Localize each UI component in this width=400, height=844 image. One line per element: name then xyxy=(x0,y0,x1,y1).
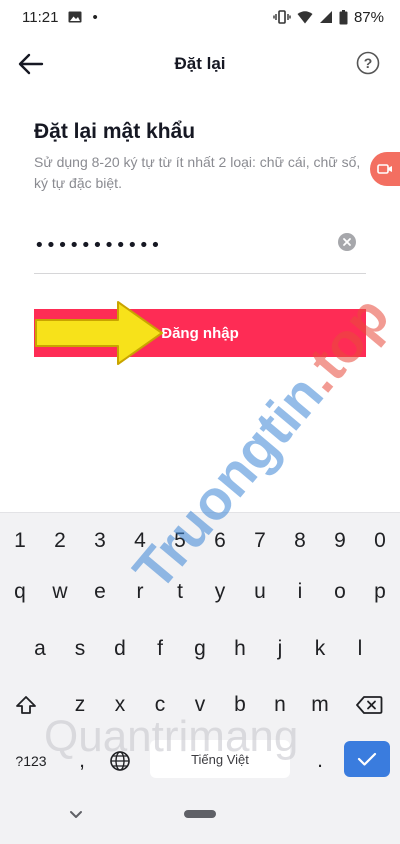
clear-x-icon xyxy=(343,238,351,246)
page-title: Đặt lại xyxy=(174,54,226,73)
key[interactable]: 7 xyxy=(242,519,278,563)
wifi-icon xyxy=(297,10,313,24)
on-screen-keyboard: 1 2 3 4 5 6 7 8 9 0 q w e r t y u i o p … xyxy=(0,512,400,794)
backspace-icon xyxy=(356,696,383,714)
key[interactable]: s xyxy=(62,627,98,671)
key[interactable]: p xyxy=(362,570,398,614)
key[interactable]: r xyxy=(122,570,158,614)
key[interactable]: 1 xyxy=(2,519,38,563)
login-button-label: Đăng nhập xyxy=(161,324,239,342)
enter-key[interactable] xyxy=(344,741,390,777)
key[interactable]: 9 xyxy=(322,519,358,563)
language-key[interactable] xyxy=(102,739,138,783)
space-key[interactable]: Tiếng Việt xyxy=(150,740,290,778)
system-nav-bar xyxy=(0,794,400,844)
floating-record-button[interactable] xyxy=(370,152,400,186)
key[interactable]: d xyxy=(102,627,138,671)
key[interactable]: m xyxy=(302,683,338,727)
key[interactable]: l xyxy=(342,627,378,671)
key[interactable]: f xyxy=(142,627,178,671)
key-row-function: ?123 , Tiếng Việt . xyxy=(0,739,400,783)
key[interactable]: e xyxy=(82,570,118,614)
key[interactable]: 3 xyxy=(82,519,118,563)
shift-icon xyxy=(16,696,36,714)
key[interactable]: j xyxy=(262,627,298,671)
key[interactable]: 8 xyxy=(282,519,318,563)
status-bar: 11:21 • 87% xyxy=(0,0,400,34)
signal-icon xyxy=(319,10,333,24)
battery-icon xyxy=(339,9,348,25)
key[interactable]: w xyxy=(42,570,78,614)
vibrate-icon xyxy=(273,10,291,24)
comma-key[interactable]: , xyxy=(64,739,100,783)
password-hint: Sử dụng 8-20 ký tự từ ít nhất 2 loại: ch… xyxy=(34,154,361,191)
back-button[interactable] xyxy=(16,50,46,78)
key[interactable]: q xyxy=(2,570,38,614)
app-header: Đặt lại ? xyxy=(0,36,400,92)
key[interactable]: c xyxy=(142,683,178,727)
svg-text:?: ? xyxy=(364,55,373,71)
key[interactable]: 4 xyxy=(122,519,158,563)
key[interactable]: g xyxy=(182,627,218,671)
globe-icon xyxy=(110,751,130,771)
watermark-brand-dot: . xyxy=(286,350,345,404)
key[interactable]: k xyxy=(302,627,338,671)
period-key[interactable]: . xyxy=(302,739,338,783)
image-notification-icon xyxy=(68,11,82,23)
arrow-left-icon xyxy=(18,53,44,75)
question-circle-icon: ? xyxy=(356,51,380,75)
key[interactable]: 0 xyxy=(362,519,398,563)
shift-key[interactable] xyxy=(4,683,48,727)
checkmark-icon xyxy=(357,752,377,766)
key[interactable]: y xyxy=(202,570,238,614)
login-button[interactable]: Đăng nhập xyxy=(34,309,366,357)
key[interactable]: o xyxy=(322,570,358,614)
key[interactable]: b xyxy=(222,683,258,727)
key[interactable]: a xyxy=(22,627,58,671)
key[interactable]: i xyxy=(282,570,318,614)
key[interactable]: v xyxy=(182,683,218,727)
clear-input-button[interactable] xyxy=(338,233,356,251)
key-row-numbers: 1 2 3 4 5 6 7 8 9 0 xyxy=(0,519,400,563)
key[interactable]: 5 xyxy=(162,519,198,563)
key[interactable]: u xyxy=(242,570,278,614)
key-row-top: q w e r t y u i o p xyxy=(0,570,400,614)
status-time: 11:21 xyxy=(22,8,59,26)
key[interactable]: n xyxy=(262,683,298,727)
chevron-down-icon[interactable] xyxy=(66,808,86,822)
status-dot: • xyxy=(92,8,98,26)
backspace-key[interactable] xyxy=(346,683,392,727)
symbols-key[interactable]: ?123 xyxy=(6,739,56,783)
key-row-middle: a s d f g h j k l xyxy=(0,627,400,671)
password-input[interactable] xyxy=(34,226,324,264)
battery-level: 87% xyxy=(353,8,384,26)
key-row-bottom: z x c v b n m xyxy=(0,683,400,727)
key[interactable]: x xyxy=(102,683,138,727)
help-button[interactable]: ? xyxy=(356,51,380,75)
key[interactable]: 2 xyxy=(42,519,78,563)
space-key-label: Tiếng Việt xyxy=(191,751,249,767)
key[interactable]: h xyxy=(222,627,258,671)
form-heading: Đặt lại mật khẩu xyxy=(34,120,196,143)
key[interactable]: t xyxy=(162,570,198,614)
key[interactable]: 6 xyxy=(202,519,238,563)
password-field xyxy=(34,222,366,274)
key[interactable]: z xyxy=(62,683,98,727)
video-camera-icon xyxy=(377,164,392,174)
home-gesture-pill[interactable] xyxy=(184,810,216,818)
